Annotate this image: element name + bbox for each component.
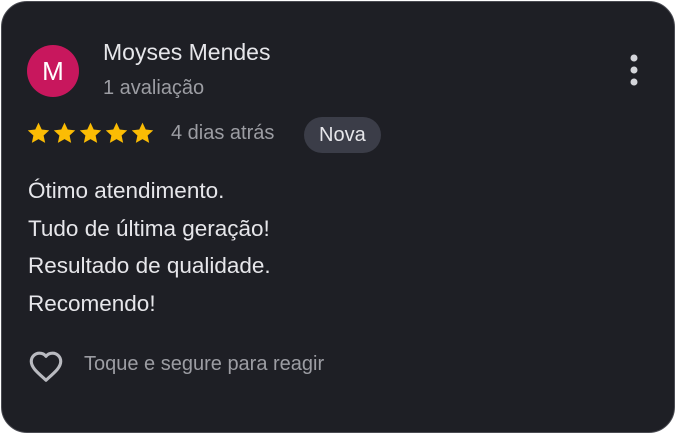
star-icon (79, 122, 102, 143)
react-hint: Toque e segure para reagir (84, 353, 325, 375)
review-line: Tudo de última geração! (28, 215, 270, 241)
more-options-button[interactable] (616, 50, 652, 90)
more-vert-icon (630, 54, 638, 86)
react-button[interactable] (26, 345, 66, 385)
star-icon (53, 122, 76, 143)
new-badge: Nova (304, 117, 381, 153)
heart-outline-icon (29, 351, 63, 382)
star-icon (105, 122, 128, 143)
author-name[interactable]: Moyses Mendes (103, 39, 270, 66)
review-date: 4 dias atrás (171, 122, 275, 144)
review-line: Recomendo! (28, 290, 156, 316)
avatar-initial: M (42, 55, 64, 86)
avatar[interactable]: M (27, 45, 79, 97)
author-review-count: 1 avaliação (103, 77, 205, 99)
star-icon (131, 122, 154, 143)
review-text: Ótimo atendimento. Tudo de última geraçã… (28, 172, 271, 322)
star-icon (27, 122, 50, 143)
review-line: Ótimo atendimento. (28, 178, 225, 203)
review-line: Resultado de qualidade. (28, 253, 271, 278)
star-rating (26, 121, 155, 147)
review-card: M Moyses Mendes 1 avaliação 4 dias atrás… (1, 1, 675, 433)
